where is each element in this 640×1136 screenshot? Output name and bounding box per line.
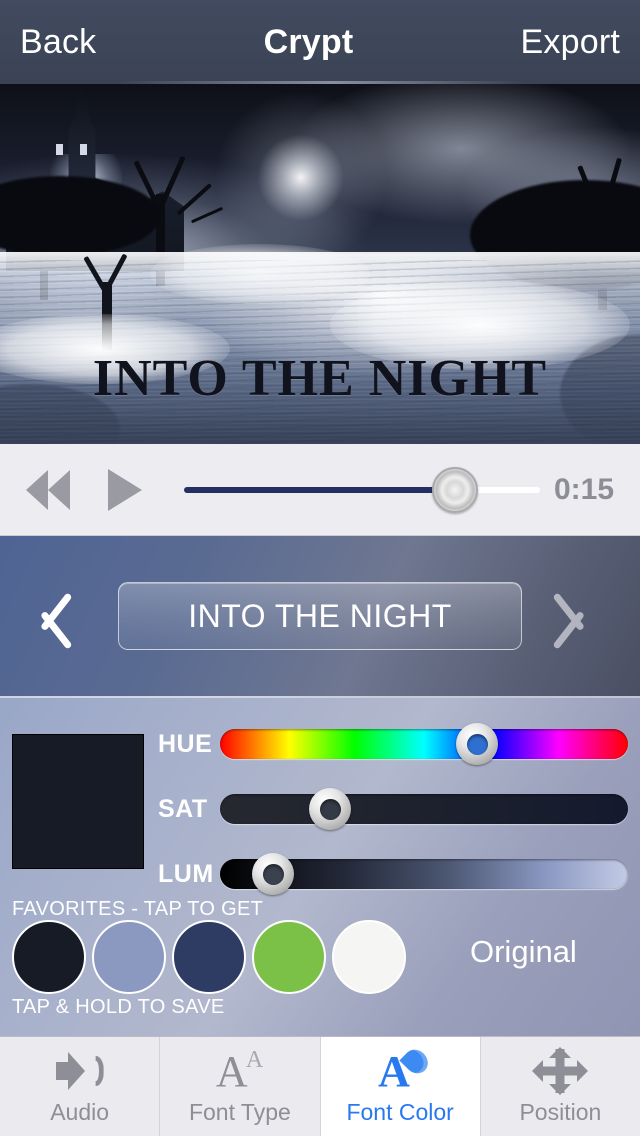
favorites-save-label: TAP & HOLD TO SAVE bbox=[12, 996, 225, 1018]
tab-font-color-label: Font Color bbox=[346, 1099, 454, 1125]
app-root: Back Crypt Export INTO THE NIGHT 0:15 IN… bbox=[0, 0, 640, 1136]
chevron-left-icon[interactable] bbox=[26, 579, 76, 653]
rewind-icon[interactable] bbox=[26, 469, 84, 510]
selected-text-button[interactable]: INTO THE NIGHT bbox=[118, 582, 522, 650]
play-button[interactable] bbox=[100, 468, 162, 511]
hue-slider[interactable] bbox=[220, 723, 628, 765]
sat-slider[interactable] bbox=[220, 788, 628, 830]
favorite-swatch-periwinkle[interactable] bbox=[92, 920, 166, 994]
tab-position[interactable]: Position bbox=[480, 1037, 640, 1136]
bottom-tab-bar: Audio AA Font Type A Font Color Position bbox=[0, 1036, 640, 1136]
original-button[interactable]: Original bbox=[470, 934, 577, 970]
tab-font-type-label: Font Type bbox=[188, 1099, 291, 1125]
font-color-panel: HUE SAT LUM FAVORITES - TAP TO GET Origi… bbox=[0, 696, 640, 1036]
move-arrows-icon bbox=[532, 1047, 589, 1095]
font-type-icon: AA bbox=[215, 1047, 264, 1096]
lum-slider[interactable] bbox=[220, 853, 628, 895]
sat-label: SAT bbox=[158, 794, 208, 823]
favorite-swatch-near-black[interactable] bbox=[12, 920, 86, 994]
progress-knob[interactable] bbox=[431, 466, 478, 513]
navigation-bar: Back Crypt Export bbox=[0, 0, 640, 84]
color-preview-swatch bbox=[12, 734, 144, 869]
back-button[interactable]: Back bbox=[20, 25, 96, 59]
chevron-right-icon[interactable] bbox=[552, 579, 614, 653]
tab-audio[interactable]: Audio bbox=[0, 1037, 161, 1136]
favorite-swatch-navy[interactable] bbox=[172, 920, 246, 994]
water-foam bbox=[150, 244, 370, 304]
favorite-swatch-white[interactable] bbox=[332, 920, 406, 994]
progress-slider[interactable] bbox=[184, 466, 540, 513]
sat-slider-knob[interactable] bbox=[309, 788, 352, 830]
hue-label: HUE bbox=[158, 729, 213, 758]
tab-font-color[interactable]: A Font Color bbox=[320, 1037, 481, 1136]
export-button[interactable]: Export bbox=[521, 25, 620, 59]
video-overlay-text[interactable]: INTO THE NIGHT bbox=[0, 349, 640, 408]
tab-font-type[interactable]: AA Font Type bbox=[160, 1037, 321, 1136]
hue-slider-knob[interactable] bbox=[456, 723, 499, 765]
tab-position-label: Position bbox=[519, 1099, 602, 1125]
hue-slider-row: HUE bbox=[158, 722, 628, 766]
lum-label: LUM bbox=[158, 859, 214, 888]
lum-slider-row: LUM bbox=[158, 852, 628, 896]
page-title: Crypt bbox=[263, 22, 354, 61]
sat-slider-row: SAT bbox=[158, 787, 628, 831]
progress-fill bbox=[184, 486, 455, 493]
font-color-droplet-icon: A bbox=[372, 1044, 433, 1095]
time-label: 0:15 bbox=[553, 472, 614, 506]
playback-bar: 0:15 bbox=[0, 444, 640, 536]
lum-slider-knob[interactable] bbox=[252, 853, 295, 895]
video-preview[interactable]: INTO THE NIGHT bbox=[0, 84, 640, 444]
favorite-swatch-green[interactable] bbox=[252, 920, 326, 994]
favorites-row bbox=[12, 920, 412, 994]
speaker-icon bbox=[52, 1047, 108, 1095]
tab-audio-label: Audio bbox=[50, 1099, 110, 1125]
text-selector-bar: INTO THE NIGHT bbox=[0, 536, 640, 696]
favorites-get-label: FAVORITES - TAP TO GET bbox=[12, 898, 264, 920]
play-icon bbox=[108, 468, 142, 511]
